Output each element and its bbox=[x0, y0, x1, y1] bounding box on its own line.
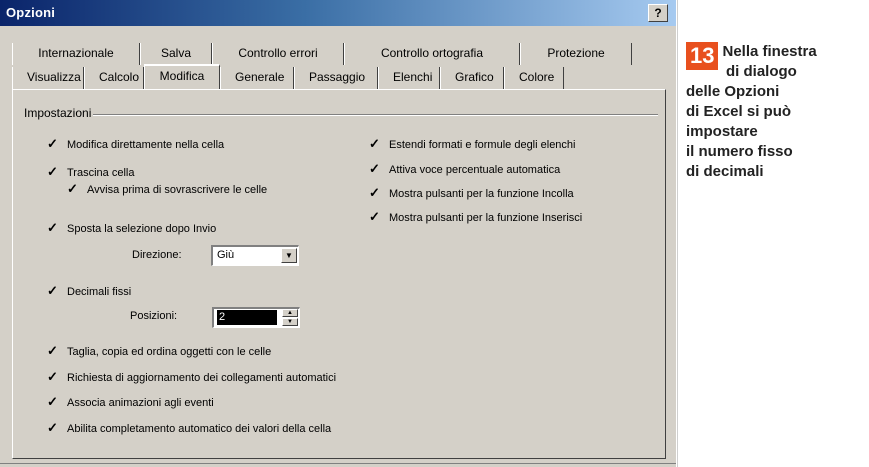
option-taglia-copia[interactable]: ✓ Taglia, copia ed ordina oggetti con le… bbox=[46, 344, 272, 358]
tab-passaggio[interactable]: Passaggio bbox=[294, 67, 378, 89]
option-label: Mostra pulsanti per la funzione Inserisc… bbox=[389, 211, 583, 224]
option-completamento-automatico[interactable]: ✓ Abilita completamento automatico dei v… bbox=[46, 421, 332, 435]
option-label: Mostra pulsanti per la funzione Incolla bbox=[389, 187, 574, 200]
dialog-bottom-edge bbox=[0, 463, 676, 464]
option-richiesta-aggiornamento[interactable]: ✓ Richiesta di aggiornamento dei collega… bbox=[46, 370, 337, 384]
option-estendi-formati[interactable]: ✓ Estendi formati e formule degli elench… bbox=[368, 137, 576, 151]
options-dialog: Opzioni ? Internazionale Salva Controllo… bbox=[0, 0, 676, 467]
checkbox-checked-icon[interactable]: ✓ bbox=[46, 221, 59, 235]
tab-row-front: Visualizza Calcolo Modifica Generale Pas… bbox=[12, 64, 564, 89]
option-label: Estendi formati e formule degli elenchi bbox=[389, 138, 576, 151]
page-divider bbox=[677, 0, 678, 467]
tab-colore[interactable]: Colore bbox=[504, 67, 564, 89]
caption-line-4: di Excel si può bbox=[686, 103, 792, 120]
option-label: Modifica direttamente nella cella bbox=[67, 138, 225, 151]
option-pulsanti-incolla[interactable]: ✓ Mostra pulsanti per la funzione Incoll… bbox=[368, 186, 574, 200]
checkbox-checked-icon[interactable]: ✓ bbox=[66, 182, 79, 196]
posizioni-stepper[interactable]: 2 ▲ ▼ bbox=[212, 307, 300, 328]
checkbox-checked-icon[interactable]: ✓ bbox=[368, 162, 381, 176]
option-label: Avvisa prima di sovrascrivere le celle bbox=[87, 183, 268, 196]
checkbox-checked-icon[interactable]: ✓ bbox=[46, 395, 59, 409]
option-pulsanti-inserisci[interactable]: ✓ Mostra pulsanti per la funzione Inseri… bbox=[368, 210, 583, 224]
option-label: Richiesta di aggiornamento dei collegame… bbox=[67, 371, 337, 384]
checkbox-checked-icon[interactable]: ✓ bbox=[46, 344, 59, 358]
option-modifica-cella[interactable]: ✓ Modifica direttamente nella cella bbox=[46, 137, 225, 151]
tab-calcolo[interactable]: Calcolo bbox=[84, 67, 144, 89]
spin-up-icon[interactable]: ▲ bbox=[282, 309, 298, 317]
posizioni-label: Posizioni: bbox=[130, 310, 178, 322]
posizioni-value[interactable]: 2 bbox=[217, 310, 277, 325]
tab-internazionale[interactable]: Internazionale bbox=[12, 43, 140, 65]
tab-grafico[interactable]: Grafico bbox=[440, 67, 504, 89]
tab-visualizza[interactable]: Visualizza bbox=[12, 67, 84, 89]
group-title: Impostazioni bbox=[22, 106, 94, 120]
option-avvisa[interactable]: ✓ Avvisa prima di sovrascrivere le celle bbox=[66, 182, 268, 196]
option-label: Attiva voce percentuale automatica bbox=[389, 163, 561, 176]
checkbox-checked-icon[interactable]: ✓ bbox=[46, 165, 59, 179]
tab-row-back: Internazionale Salva Controllo errori Co… bbox=[12, 43, 632, 65]
option-sposta-selezione[interactable]: ✓ Sposta la selezione dopo Invio bbox=[46, 221, 217, 235]
spin-down-icon[interactable]: ▼ bbox=[282, 318, 298, 326]
option-label: Decimali fissi bbox=[67, 285, 132, 298]
tab-salva[interactable]: Salva bbox=[140, 43, 212, 65]
help-button[interactable]: ? bbox=[648, 4, 668, 22]
caption-line-7: di decimali bbox=[686, 163, 764, 180]
caption-line-1: Nella finestra bbox=[722, 43, 817, 60]
direzione-select[interactable]: Giù ▼ bbox=[211, 245, 299, 266]
tab-protezione[interactable]: Protezione bbox=[520, 43, 632, 65]
checkbox-checked-icon[interactable]: ✓ bbox=[46, 370, 59, 384]
group-divider bbox=[80, 114, 658, 116]
tab-elenchi[interactable]: Elenchi bbox=[378, 67, 440, 89]
direzione-value: Giù bbox=[217, 249, 235, 261]
option-associa-animazioni[interactable]: ✓ Associa animazioni agli eventi bbox=[46, 395, 214, 409]
option-label: Taglia, copia ed ordina oggetti con le c… bbox=[67, 345, 272, 358]
checkbox-checked-icon[interactable]: ✓ bbox=[46, 137, 59, 151]
option-trascina-cella[interactable]: ✓ Trascina cella bbox=[46, 165, 135, 179]
figure-number-badge: 13 bbox=[686, 42, 719, 70]
title-bar[interactable]: Opzioni ? bbox=[0, 0, 676, 26]
caption-line-5: impostare bbox=[686, 123, 758, 140]
caption-line-3: delle Opzioni bbox=[686, 83, 780, 100]
chevron-down-icon[interactable]: ▼ bbox=[281, 248, 297, 263]
option-label: Trascina cella bbox=[67, 166, 135, 179]
option-label: Associa animazioni agli eventi bbox=[67, 396, 214, 409]
option-label: Sposta la selezione dopo Invio bbox=[67, 222, 217, 235]
direzione-label: Direzione: bbox=[132, 249, 182, 261]
tab-controllo-errori[interactable]: Controllo errori bbox=[212, 43, 344, 65]
tab-controllo-ortografia[interactable]: Controllo ortografia bbox=[344, 43, 520, 65]
tab-modifica[interactable]: Modifica bbox=[144, 64, 220, 89]
caption-line-6: il numero fisso bbox=[686, 143, 793, 160]
tab-generale[interactable]: Generale bbox=[220, 67, 294, 89]
option-decimali-fissi[interactable]: ✓ Decimali fissi bbox=[46, 284, 132, 298]
checkbox-checked-icon[interactable]: ✓ bbox=[368, 210, 381, 224]
checkbox-checked-icon[interactable]: ✓ bbox=[46, 284, 59, 298]
checkbox-checked-icon[interactable]: ✓ bbox=[368, 137, 381, 151]
figure-caption: 13 Nella finestra di dialogo delle Opzion… bbox=[686, 42, 866, 182]
option-voce-percentuale[interactable]: ✓ Attiva voce percentuale automatica bbox=[368, 162, 561, 176]
checkbox-checked-icon[interactable]: ✓ bbox=[46, 421, 59, 435]
dialog-title: Opzioni bbox=[6, 5, 56, 20]
option-label: Abilita completamento automatico dei val… bbox=[67, 422, 332, 435]
checkbox-checked-icon[interactable]: ✓ bbox=[368, 186, 381, 200]
